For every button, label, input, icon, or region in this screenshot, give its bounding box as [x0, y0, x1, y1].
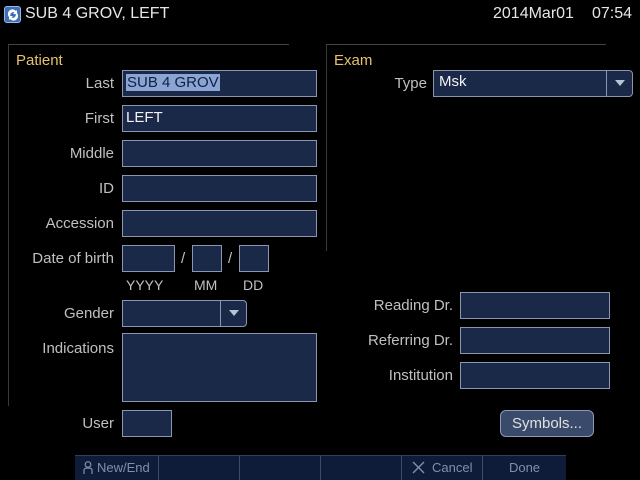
date-of-birth-label: Date of birth — [32, 250, 114, 267]
id-label: ID — [99, 180, 114, 197]
institution-field[interactable] — [460, 362, 610, 389]
referring-dr-label: Referring Dr. — [367, 332, 453, 349]
exam-section-title: Exam — [334, 52, 373, 69]
indications-field[interactable] — [122, 333, 317, 402]
accession-field[interactable] — [122, 210, 317, 237]
person-icon — [83, 461, 93, 474]
new-end-button[interactable]: New/End — [75, 456, 159, 480]
exam-type-dropdown[interactable]: Msk — [433, 70, 633, 97]
id-field[interactable] — [122, 175, 317, 202]
user-label: User — [82, 415, 114, 432]
institution-label: Institution — [388, 367, 453, 384]
patient-section-title: Patient — [16, 52, 63, 69]
first-name-field[interactable]: LEFT — [122, 105, 317, 132]
accession-label: Accession — [45, 215, 114, 232]
dob-month-hint: MM — [194, 277, 218, 293]
user-field[interactable] — [122, 410, 172, 437]
done-button[interactable]: Done — [483, 456, 566, 480]
last-name-value: SUB 4 GROV — [126, 74, 220, 91]
dob-year-hint: YYYY — [126, 277, 164, 293]
dob-year-field[interactable] — [122, 245, 175, 272]
softkey-empty-1[interactable] — [159, 456, 240, 480]
softkey-empty-3[interactable] — [321, 456, 402, 480]
cancel-label: Cancel — [432, 460, 473, 475]
last-name-field[interactable]: SUB 4 GROV — [122, 70, 317, 97]
dob-day-field[interactable] — [239, 245, 269, 272]
exam-type-label: Type — [394, 75, 427, 92]
reading-dr-field[interactable] — [460, 292, 610, 319]
title-bar: SUB 4 GROV, LEFT 2014Mar01 07:54 — [0, 0, 640, 30]
middle-name-field[interactable] — [122, 140, 317, 167]
middle-name-label: Middle — [69, 145, 114, 162]
cancel-button[interactable]: Cancel — [402, 456, 483, 480]
dob-separator: / — [181, 250, 186, 267]
dob-month-field[interactable] — [192, 245, 222, 272]
first-name-label: First — [84, 110, 114, 127]
chevron-down-icon[interactable] — [606, 71, 632, 96]
softkey-empty-2[interactable] — [240, 456, 321, 480]
reading-dr-label: Reading Dr. — [373, 297, 453, 314]
gender-dropdown[interactable] — [122, 300, 247, 327]
date-display: 2014Mar01 — [493, 5, 574, 22]
bottom-softkey-bar: New/End Cancel Done — [75, 455, 566, 480]
gender-label: Gender — [63, 305, 114, 322]
dob-day-hint: DD — [243, 277, 264, 293]
exam-type-value: Msk — [439, 73, 467, 90]
referring-dr-field[interactable] — [460, 327, 610, 354]
app-logo-icon — [4, 6, 21, 23]
close-icon — [412, 461, 425, 474]
chevron-down-icon[interactable] — [220, 301, 246, 326]
symbols-button[interactable]: Symbols... — [500, 410, 594, 437]
time-display: 07:54 — [592, 5, 633, 22]
patient-name-title: SUB 4 GROV, LEFT — [25, 5, 170, 22]
indications-label: Indications — [42, 340, 114, 357]
new-end-label: New/End — [97, 460, 150, 475]
last-name-label: Last — [85, 75, 114, 92]
dob-separator: / — [228, 250, 233, 267]
